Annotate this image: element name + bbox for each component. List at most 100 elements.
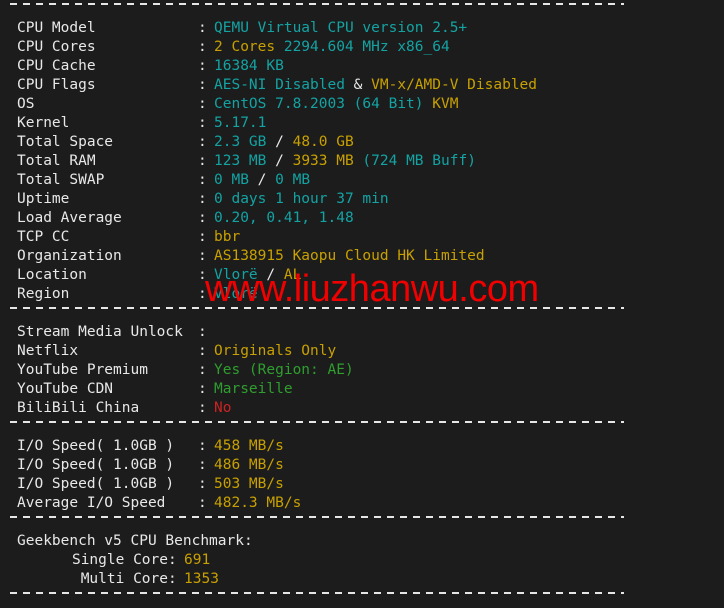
info-colon: : bbox=[198, 267, 207, 283]
info-value: AES-NI Disabled & VM-x/AMD-V Disabled bbox=[214, 77, 537, 93]
info-colon: : bbox=[198, 134, 207, 150]
info-label: I/O Speed( 1.0GB ) bbox=[17, 476, 175, 492]
info-value: 458 MB/s bbox=[214, 438, 284, 454]
info-row-i-o-speed-1-0gb: I/O Speed( 1.0GB ):458 MB/s bbox=[0, 437, 724, 456]
value-part: 486 MB/s bbox=[214, 457, 284, 473]
separator-top bbox=[0, 0, 724, 19]
value-part: 2.3 GB bbox=[214, 134, 267, 150]
info-value: Yes (Region: AE) bbox=[214, 362, 354, 378]
info-label: Uptime bbox=[17, 191, 70, 207]
value-part: KVM bbox=[432, 96, 459, 112]
info-label: Kernel bbox=[17, 115, 70, 131]
info-colon: : bbox=[198, 20, 207, 36]
info-label: CPU Cores bbox=[17, 39, 96, 55]
info-row-youtube-premium: YouTube Premium: Yes (Region: AE) bbox=[0, 361, 724, 380]
info-label: I/O Speed( 1.0GB ) bbox=[17, 457, 175, 473]
value-part: & bbox=[344, 77, 372, 93]
info-label: Total RAM bbox=[17, 153, 96, 169]
value-part: bbr bbox=[214, 229, 241, 245]
info-label: BiliBili China bbox=[17, 400, 140, 416]
info-label: Organization bbox=[17, 248, 122, 264]
value-part: AES-NI Disabled bbox=[214, 77, 345, 93]
value-part: Originals Only bbox=[214, 343, 337, 359]
info-label: YouTube CDN bbox=[17, 381, 114, 397]
value-part bbox=[424, 96, 433, 112]
info-label: Location bbox=[17, 267, 87, 283]
info-colon: : bbox=[198, 210, 207, 226]
info-value: 0.20, 0.41, 1.48 bbox=[214, 210, 354, 226]
info-row-cpu-cores: CPU Cores:2 Cores 2294.604 MHz x86_64 bbox=[0, 38, 724, 57]
info-value: 1353 bbox=[184, 571, 219, 587]
value-part: 691 bbox=[184, 552, 211, 568]
info-row-load-average: Load Average:0.20, 0.41, 1.48 bbox=[0, 209, 724, 228]
info-value: 5.17.1 bbox=[214, 115, 266, 131]
info-colon: : bbox=[198, 457, 207, 473]
value-part: 5.17.1 bbox=[214, 115, 267, 131]
value-part: 0.20, 0.41, 1.48 bbox=[214, 210, 354, 226]
value-part: Vlorë bbox=[214, 286, 258, 302]
info-value: 691 bbox=[184, 552, 210, 568]
value-part: AS138915 Kaopu Cloud HK Limited bbox=[214, 248, 485, 264]
info-value: Originals Only bbox=[214, 343, 336, 359]
info-colon: : bbox=[198, 495, 207, 511]
info-colon: : bbox=[198, 58, 207, 74]
info-value: 482.3 MB/s bbox=[214, 495, 301, 511]
info-value: 503 MB/s bbox=[214, 476, 284, 492]
info-value: 16384 KB bbox=[214, 58, 284, 74]
info-label: OS bbox=[17, 96, 35, 112]
stream-media-section: Stream Media Unlock: Netflix: Originals On… bbox=[0, 323, 724, 418]
value-part: / bbox=[257, 267, 284, 283]
info-row-organization: Organization: AS138915 Kaopu Cloud HK Lim… bbox=[0, 247, 724, 266]
value-part: CentOS 7.8.2003 (64 Bit) bbox=[214, 96, 424, 112]
terminal-output: CPU Model: QEMU Virtual CPU version 2.5+ C… bbox=[0, 0, 724, 596]
geekbench-section: Single Core: 691 Multi Core: 1353 bbox=[0, 551, 724, 589]
info-label: Average I/O Speed bbox=[17, 495, 166, 511]
value-part: 458 MB/s bbox=[214, 438, 284, 454]
info-colon: : bbox=[198, 362, 207, 378]
info-row-region: Region: Vlorë bbox=[0, 285, 724, 304]
info-value: Marseille bbox=[214, 381, 293, 397]
value-part: 2 Cores bbox=[214, 39, 276, 55]
value-part: 16384 KB bbox=[214, 58, 284, 74]
info-value: 2.3 GB / 48.0 GB bbox=[214, 134, 354, 150]
info-label: TCP CC bbox=[17, 229, 70, 245]
value-part: 482.3 MB/s bbox=[214, 495, 302, 511]
info-row-cpu-flags: CPU Flags: AES-NI Disabled & VM-x/AMD-V D… bbox=[0, 76, 724, 95]
info-value: 123 MB / 3933 MB (724 MB Buff) bbox=[214, 153, 476, 169]
info-row-kernel: Kernel:5.17.1 bbox=[0, 114, 724, 133]
info-row-average-i-o-speed: Average I/O Speed:482.3 MB/s bbox=[0, 494, 724, 513]
info-label: Netflix bbox=[17, 343, 79, 359]
value-part: / bbox=[266, 153, 293, 169]
info-colon: : bbox=[198, 172, 207, 188]
geekbench-heading: Geekbench v5 CPU Benchmark: bbox=[17, 533, 253, 549]
info-label: I/O Speed( 1.0GB ) bbox=[17, 438, 175, 454]
value-part: / bbox=[266, 134, 293, 150]
info-colon: : bbox=[168, 571, 177, 587]
info-label: Stream Media Unlock bbox=[17, 324, 183, 340]
info-value: bbr bbox=[214, 229, 240, 245]
info-row-youtube-cdn: YouTube CDN: Marseille bbox=[0, 380, 724, 399]
info-row-bilibili-china: BiliBili China: No bbox=[0, 399, 724, 418]
separator-bottom bbox=[0, 589, 724, 608]
io-speed-section: I/O Speed( 1.0GB ):458 MB/s I/O Speed( 1.… bbox=[0, 437, 724, 513]
info-value: No bbox=[214, 400, 231, 416]
info-label: Region bbox=[17, 286, 70, 302]
info-colon: : bbox=[198, 191, 207, 207]
info-row-stream-media-unlock: Stream Media Unlock: bbox=[0, 323, 724, 342]
value-part: 0 MB bbox=[275, 172, 311, 188]
value-part: AL bbox=[283, 267, 302, 283]
info-colon: : bbox=[198, 381, 207, 397]
value-part: / bbox=[248, 172, 276, 188]
info-row-total-swap: Total SWAP:0 MB / 0 MB bbox=[0, 171, 724, 190]
value-part: 0 MB bbox=[214, 172, 249, 188]
info-colon: : bbox=[198, 476, 207, 492]
value-part: 48.0 GB bbox=[292, 134, 354, 150]
value-part: Marseille bbox=[214, 381, 293, 397]
value-part: 1353 bbox=[184, 571, 219, 587]
info-colon: : bbox=[198, 248, 207, 264]
system-info-section: CPU Model: QEMU Virtual CPU version 2.5+ C… bbox=[0, 19, 724, 304]
info-colon: : bbox=[198, 96, 207, 112]
info-label: Total SWAP bbox=[17, 172, 105, 188]
info-label: CPU Flags bbox=[17, 77, 96, 93]
info-label: Single Core bbox=[71, 552, 168, 568]
